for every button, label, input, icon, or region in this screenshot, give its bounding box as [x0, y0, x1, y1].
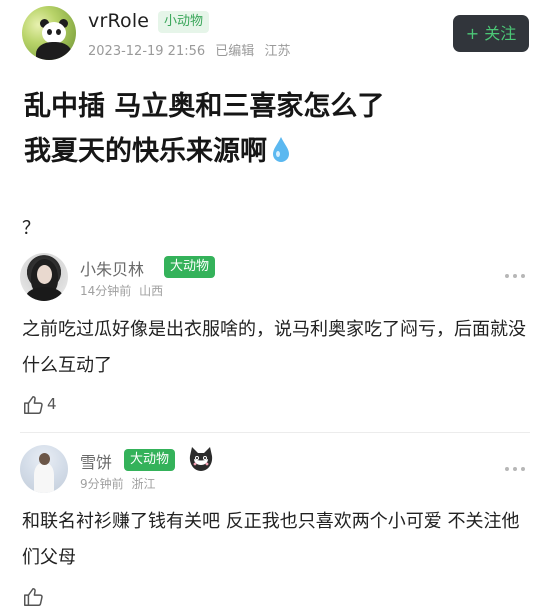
- edited-label: 已编辑: [215, 44, 255, 59]
- comment-meta: 14分钟前 山西: [80, 282, 167, 299]
- post-date: 2023-12-19 21:56: [88, 44, 206, 59]
- more-icon[interactable]: [505, 263, 529, 278]
- title-line-1: 乱中插 马立奥和三喜家怎么了: [24, 91, 385, 122]
- comment-time: 14分钟前: [80, 284, 132, 298]
- commenter-badge: 大动物: [124, 449, 176, 471]
- comment-text: 和联名衬衫赚了钱有关吧 反正我也只喜欢两个小可爱 不关注他们父母: [22, 511, 520, 568]
- author-avatar[interactable]: [22, 6, 76, 60]
- like-icon: [24, 396, 43, 414]
- commenter-name[interactable]: 小朱贝林: [80, 256, 144, 280]
- post-body: ？: [22, 218, 40, 239]
- post-meta: 2023-12-19 21:56 已编辑 江苏: [88, 40, 296, 59]
- like-count: 4: [47, 395, 57, 413]
- comment-location: 浙江: [131, 477, 156, 491]
- more-icon[interactable]: [505, 456, 529, 471]
- comment-divider: [20, 432, 530, 433]
- commenter-badge: 大动物: [164, 256, 216, 278]
- like-icon: [24, 588, 43, 606]
- title-line-2-wrap: 我夏天的快乐来源啊: [24, 129, 534, 174]
- commenter-name[interactable]: 雪饼: [80, 449, 112, 473]
- author-name[interactable]: vrRole: [88, 10, 149, 32]
- comment-time: 9分钟前: [80, 477, 124, 491]
- cat-sticker-icon: [189, 447, 213, 471]
- follow-button[interactable]: + 关注: [453, 15, 529, 52]
- title-line-2: 我夏天的快乐来源啊: [24, 136, 267, 167]
- comment-text: 之前吃过瓜好像是出衣服啥的，说马利奥家吃了闷亏，后面就没什么互动了: [22, 319, 526, 376]
- post-header: vrRole 小动物 2023-12-19 21:56 已编辑 江苏 + 关注: [0, 0, 550, 72]
- comment-location: 山西: [139, 284, 164, 298]
- drop-icon: [273, 137, 289, 162]
- author-badge: 小动物: [158, 11, 210, 33]
- post-location: 江苏: [264, 44, 291, 59]
- commenter-avatar[interactable]: [20, 445, 68, 493]
- post-title: 乱中插 马立奥和三喜家怎么了 我夏天的快乐来源啊: [24, 84, 534, 174]
- commenter-avatar[interactable]: [20, 253, 68, 301]
- comment-meta: 9分钟前 浙江: [80, 475, 159, 492]
